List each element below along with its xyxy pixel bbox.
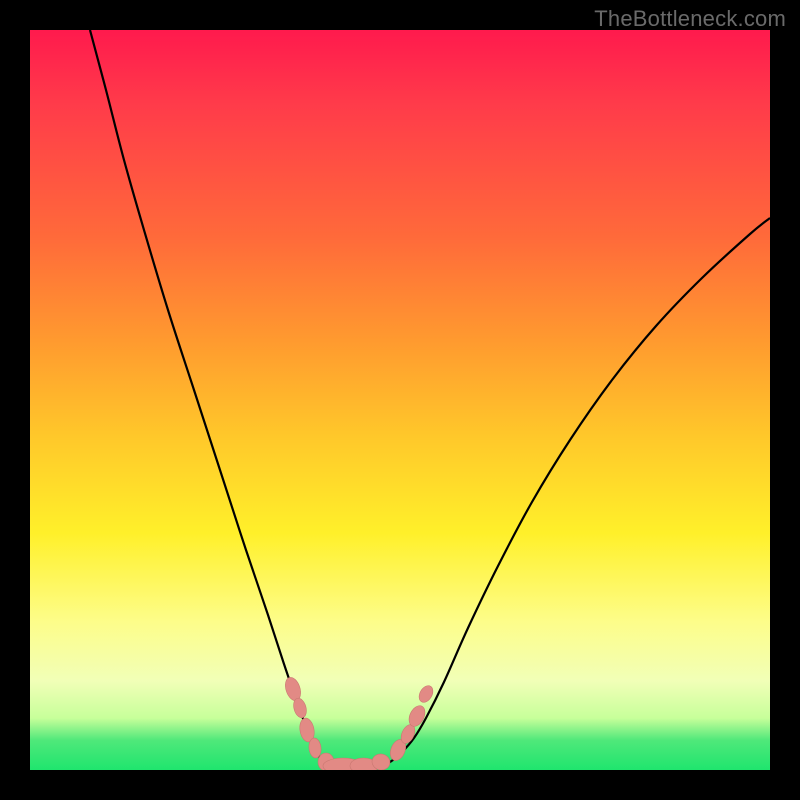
chart-frame: TheBottleneck.com [0, 0, 800, 800]
marker-11 [416, 683, 435, 705]
markers-group [283, 675, 436, 770]
plot-area [30, 30, 770, 770]
curve-left-path [90, 30, 343, 769]
curve-right-path [343, 218, 770, 769]
curve-overlay [30, 30, 770, 770]
watermark-text: TheBottleneck.com [594, 6, 786, 32]
